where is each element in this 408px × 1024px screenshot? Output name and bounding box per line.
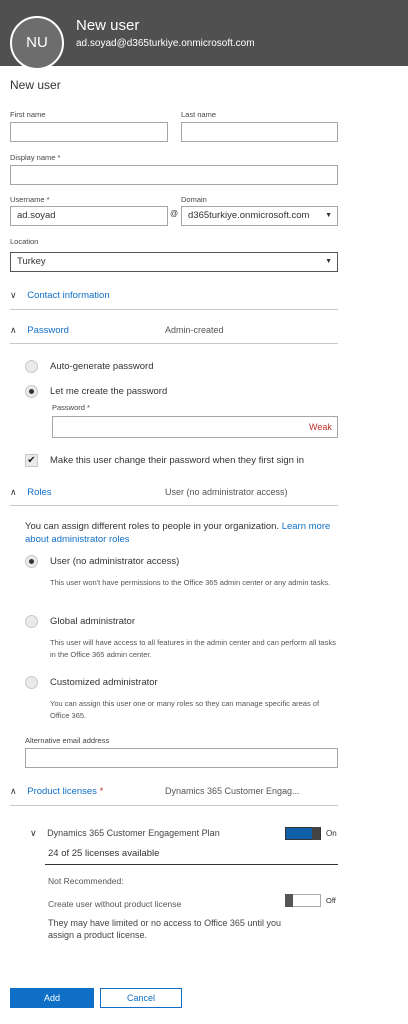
password-strength: Weak <box>309 422 332 432</box>
divider <box>10 309 338 310</box>
password-summary: Admin-created <box>165 325 224 335</box>
custom-password-label: Let me create the password <box>50 386 168 397</box>
chevron-up-icon: ∧ <box>10 487 17 497</box>
licenses-summary: Dynamics 365 Customer Engag... <box>165 786 300 796</box>
no-license-label: Create user without product license <box>48 899 182 909</box>
username-input[interactable]: ad.soyad <box>10 206 168 226</box>
password-field-label: Password * <box>52 403 90 412</box>
divider <box>10 343 338 344</box>
roles-intro-text: You can assign different roles to people… <box>25 521 280 532</box>
password-section-label: Password <box>27 325 69 336</box>
last-name-input[interactable] <box>181 122 338 142</box>
at-sign: @ <box>170 209 179 218</box>
avatar: NU <box>10 16 64 70</box>
display-name-input[interactable] <box>10 165 338 185</box>
add-button[interactable]: Add <box>10 988 94 1008</box>
chevron-down-icon: ∨ <box>30 828 37 838</box>
domain-select[interactable]: d365turkiye.onmicrosoft.com ▼ <box>181 206 338 226</box>
required-mark: * <box>99 786 104 797</box>
role-user-radio[interactable] <box>25 555 38 568</box>
force-change-checkbox[interactable]: ✔ <box>25 454 38 467</box>
chevron-down-icon: ∨ <box>10 290 17 300</box>
divider <box>10 505 338 506</box>
domain-value: d365turkiye.onmicrosoft.com <box>188 210 310 221</box>
plan-toggle[interactable]: ∨ Dynamics 365 Customer Engagement Plan <box>30 828 220 839</box>
no-license-note: They may have limited or no access to Of… <box>48 918 281 940</box>
role-custom-label: Customized administrator <box>50 677 158 688</box>
licenses-section-label: Product licenses <box>27 786 97 797</box>
display-name-label: Display name * <box>10 153 61 162</box>
alt-email-label: Alternative email address <box>25 736 110 745</box>
divider <box>45 864 338 865</box>
role-user-label: User (no administrator access) <box>50 556 180 567</box>
chevron-up-icon: ∧ <box>10 786 17 796</box>
last-name-label: Last name <box>181 110 217 119</box>
page-title: New user <box>10 78 61 92</box>
role-global-desc: This user will have access to all featur… <box>50 638 336 659</box>
toggle-knob <box>312 827 320 840</box>
caret-down-icon: ▼ <box>325 212 332 219</box>
toggle-knob <box>285 894 293 907</box>
auto-generate-label: Auto-generate password <box>50 361 154 372</box>
contact-info-toggle[interactable]: ∨ Contact information <box>10 290 110 301</box>
divider <box>10 805 338 806</box>
roles-intro: You can assign different roles to people… <box>25 520 345 546</box>
role-global-radio[interactable] <box>25 615 38 628</box>
no-license-state: Off <box>326 896 336 905</box>
role-custom-desc: You can assign this user one or many rol… <box>50 699 320 720</box>
roles-toggle[interactable]: ∧ Roles <box>10 487 52 498</box>
cancel-button[interactable]: Cancel <box>100 988 182 1008</box>
plan-available: 24 of 25 licenses available <box>48 848 160 859</box>
licenses-toggle[interactable]: ∧ Product licenses * <box>10 786 103 797</box>
chevron-up-icon: ∧ <box>10 325 17 335</box>
password-toggle[interactable]: ∧ Password <box>10 325 69 336</box>
password-input[interactable] <box>52 416 338 438</box>
plan-toggle-switch[interactable] <box>285 827 321 840</box>
plan-name: Dynamics 365 Customer Engagement Plan <box>47 828 220 838</box>
domain-label: Domain <box>181 195 207 204</box>
plan-state: On <box>326 829 337 838</box>
roles-summary: User (no administrator access) <box>165 487 288 497</box>
no-license-toggle[interactable] <box>285 894 321 907</box>
force-change-label: Make this user change their password whe… <box>50 455 304 466</box>
first-name-input[interactable] <box>10 122 168 142</box>
not-recommended-label: Not Recommended: <box>48 876 124 886</box>
custom-password-radio[interactable] <box>25 385 38 398</box>
header-title: New user <box>76 17 140 34</box>
contact-info-label: Contact information <box>27 290 110 301</box>
location-label: Location <box>10 237 39 246</box>
caret-down-icon: ▼ <box>325 258 332 265</box>
username-label: Username * <box>10 195 50 204</box>
first-name-label: First name <box>10 110 46 119</box>
roles-section-label: Roles <box>27 487 52 498</box>
auto-generate-radio[interactable] <box>25 360 38 373</box>
role-custom-radio[interactable] <box>25 676 38 689</box>
location-select[interactable]: Turkey ▼ <box>10 252 338 272</box>
alt-email-input[interactable] <box>25 748 338 768</box>
role-user-desc: This user won't have permissions to the … <box>50 578 331 587</box>
header-email: ad.soyad@d365turkiye.onmicrosoft.com <box>76 38 255 49</box>
role-global-label: Global administrator <box>50 616 136 627</box>
location-value: Turkey <box>17 256 46 267</box>
